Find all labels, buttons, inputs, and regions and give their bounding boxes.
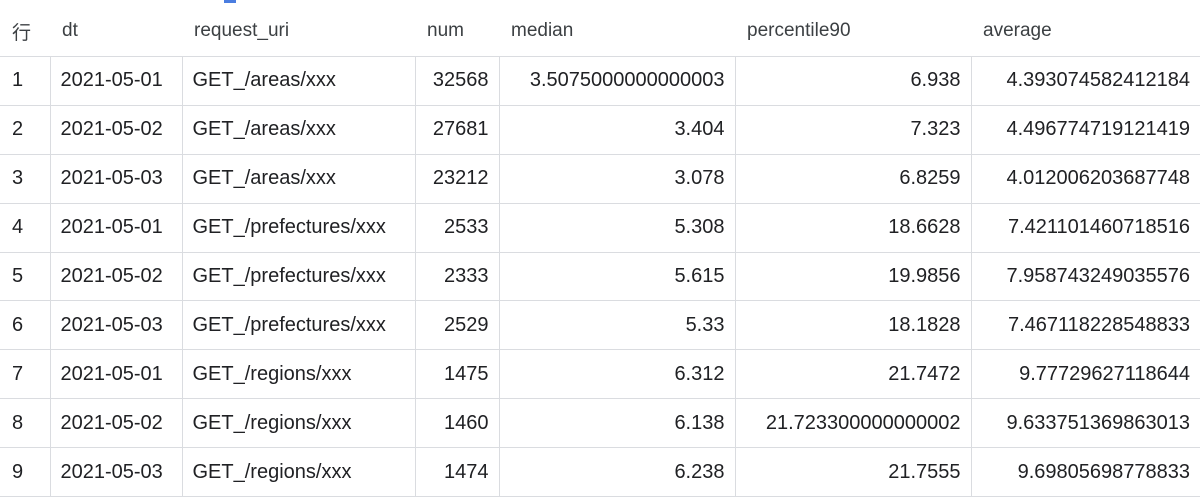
- cell-num[interactable]: 1460: [415, 398, 500, 449]
- cell-num[interactable]: 1475: [415, 349, 500, 400]
- cell-row-number[interactable]: 7: [0, 349, 51, 400]
- table-body: 1 2021-05-01 GET_/areas/xxx 32568 3.50750000…: [0, 56, 1200, 498]
- cell-request-uri[interactable]: GET_/regions/xxx: [182, 349, 416, 400]
- cell-percentile90[interactable]: 21.7555: [735, 447, 972, 498]
- cell-request-uri[interactable]: GET_/areas/xxx: [182, 56, 416, 106]
- cell-num[interactable]: 2533: [415, 203, 500, 253]
- table-row[interactable]: 2 2021-05-02 GET_/areas/xxx 27681 3.404 7.323…: [0, 105, 1200, 155]
- cell-average[interactable]: 7.421101460718516: [971, 203, 1200, 253]
- cell-median[interactable]: 3.078: [499, 154, 736, 204]
- table-row[interactable]: 8 2021-05-02 GET_/regions/xxx 1460 6.138 21.7…: [0, 398, 1200, 449]
- column-header-request-uri[interactable]: request_uri: [182, 6, 415, 57]
- table-row[interactable]: 5 2021-05-02 GET_/prefectures/xxx 2333 5.615…: [0, 252, 1200, 302]
- cell-num[interactable]: 2333: [415, 252, 500, 302]
- cell-percentile90[interactable]: 7.323: [735, 105, 972, 155]
- cell-percentile90[interactable]: 18.6628: [735, 203, 972, 253]
- cell-percentile90[interactable]: 21.7472: [735, 349, 972, 400]
- table-row[interactable]: 4 2021-05-01 GET_/prefectures/xxx 2533 5.308…: [0, 203, 1200, 253]
- results-table: 行 dt request_uri num median percentile90…: [0, 6, 1200, 498]
- cell-row-number[interactable]: 3: [0, 154, 51, 204]
- query-results-panel: 行 dt request_uri num median percentile90…: [0, 0, 1200, 500]
- cell-average[interactable]: 9.69805698778833: [971, 447, 1200, 498]
- cell-dt[interactable]: 2021-05-02: [50, 105, 183, 155]
- cell-request-uri[interactable]: GET_/prefectures/xxx: [182, 300, 416, 351]
- table-row[interactable]: 7 2021-05-01 GET_/regions/xxx 1475 6.312 21.7…: [0, 349, 1200, 400]
- active-tab-indicator: [224, 0, 236, 3]
- cell-dt[interactable]: 2021-05-03: [50, 447, 183, 498]
- cell-num[interactable]: 23212: [415, 154, 500, 204]
- cell-request-uri[interactable]: GET_/regions/xxx: [182, 447, 416, 498]
- cell-percentile90[interactable]: 19.9856: [735, 252, 972, 302]
- cell-average[interactable]: 7.467118228548833: [971, 300, 1200, 351]
- cell-dt[interactable]: 2021-05-01: [50, 203, 183, 253]
- cell-dt[interactable]: 2021-05-01: [50, 349, 183, 400]
- cell-median[interactable]: 6.312: [499, 349, 736, 400]
- header-row: 行 dt request_uri num median percentile90…: [0, 6, 1200, 57]
- cell-percentile90[interactable]: 6.8259: [735, 154, 972, 204]
- cell-median[interactable]: 5.33: [499, 300, 736, 351]
- cell-row-number[interactable]: 4: [0, 203, 51, 253]
- cell-request-uri[interactable]: GET_/prefectures/xxx: [182, 203, 416, 253]
- cell-median[interactable]: 3.404: [499, 105, 736, 155]
- table-row[interactable]: 9 2021-05-03 GET_/regions/xxx 1474 6.238 21.7…: [0, 447, 1200, 498]
- cell-median[interactable]: 5.615: [499, 252, 736, 302]
- cell-average[interactable]: 4.496774719121419: [971, 105, 1200, 155]
- cell-num[interactable]: 32568: [415, 56, 500, 106]
- cell-dt[interactable]: 2021-05-02: [50, 252, 183, 302]
- cell-row-number[interactable]: 2: [0, 105, 51, 155]
- cell-request-uri[interactable]: GET_/areas/xxx: [182, 105, 416, 155]
- cell-num[interactable]: 1474: [415, 447, 500, 498]
- table-row[interactable]: 3 2021-05-03 GET_/areas/xxx 23212 3.078 6.825…: [0, 154, 1200, 204]
- cell-dt[interactable]: 2021-05-01: [50, 56, 183, 106]
- column-header-num[interactable]: num: [415, 6, 499, 57]
- cell-num[interactable]: 2529: [415, 300, 500, 351]
- column-header-median[interactable]: median: [499, 6, 735, 57]
- cell-median[interactable]: 6.138: [499, 398, 736, 449]
- cell-percentile90[interactable]: 18.1828: [735, 300, 972, 351]
- cell-median[interactable]: 6.238: [499, 447, 736, 498]
- cell-percentile90[interactable]: 6.938: [735, 56, 972, 106]
- cell-dt[interactable]: 2021-05-02: [50, 398, 183, 449]
- cell-average[interactable]: 9.77729627118644: [971, 349, 1200, 400]
- table-row[interactable]: 6 2021-05-03 GET_/prefectures/xxx 2529 5.33 1…: [0, 300, 1200, 351]
- cell-average[interactable]: 7.958743249035576: [971, 252, 1200, 302]
- cell-dt[interactable]: 2021-05-03: [50, 154, 183, 204]
- column-header-row: 行: [0, 6, 50, 57]
- cell-row-number[interactable]: 5: [0, 252, 51, 302]
- cell-dt[interactable]: 2021-05-03: [50, 300, 183, 351]
- cell-average[interactable]: 9.633751369863013: [971, 398, 1200, 449]
- cell-average[interactable]: 4.012006203687748: [971, 154, 1200, 204]
- column-header-dt[interactable]: dt: [50, 6, 182, 57]
- cell-average[interactable]: 4.393074582412184: [971, 56, 1200, 106]
- column-header-percentile90[interactable]: percentile90: [735, 6, 971, 57]
- cell-row-number[interactable]: 6: [0, 300, 51, 351]
- table-row[interactable]: 1 2021-05-01 GET_/areas/xxx 32568 3.50750000…: [0, 56, 1200, 106]
- cell-request-uri[interactable]: GET_/areas/xxx: [182, 154, 416, 204]
- cell-num[interactable]: 27681: [415, 105, 500, 155]
- cell-row-number[interactable]: 9: [0, 447, 51, 498]
- column-header-average[interactable]: average: [971, 6, 1200, 57]
- cell-request-uri[interactable]: GET_/regions/xxx: [182, 398, 416, 449]
- cell-median[interactable]: 5.308: [499, 203, 736, 253]
- cell-percentile90[interactable]: 21.723300000000002: [735, 398, 972, 449]
- cell-row-number[interactable]: 8: [0, 398, 51, 449]
- cell-request-uri[interactable]: GET_/prefectures/xxx: [182, 252, 416, 302]
- cell-row-number[interactable]: 1: [0, 56, 51, 106]
- cell-median[interactable]: 3.5075000000000003: [499, 56, 736, 106]
